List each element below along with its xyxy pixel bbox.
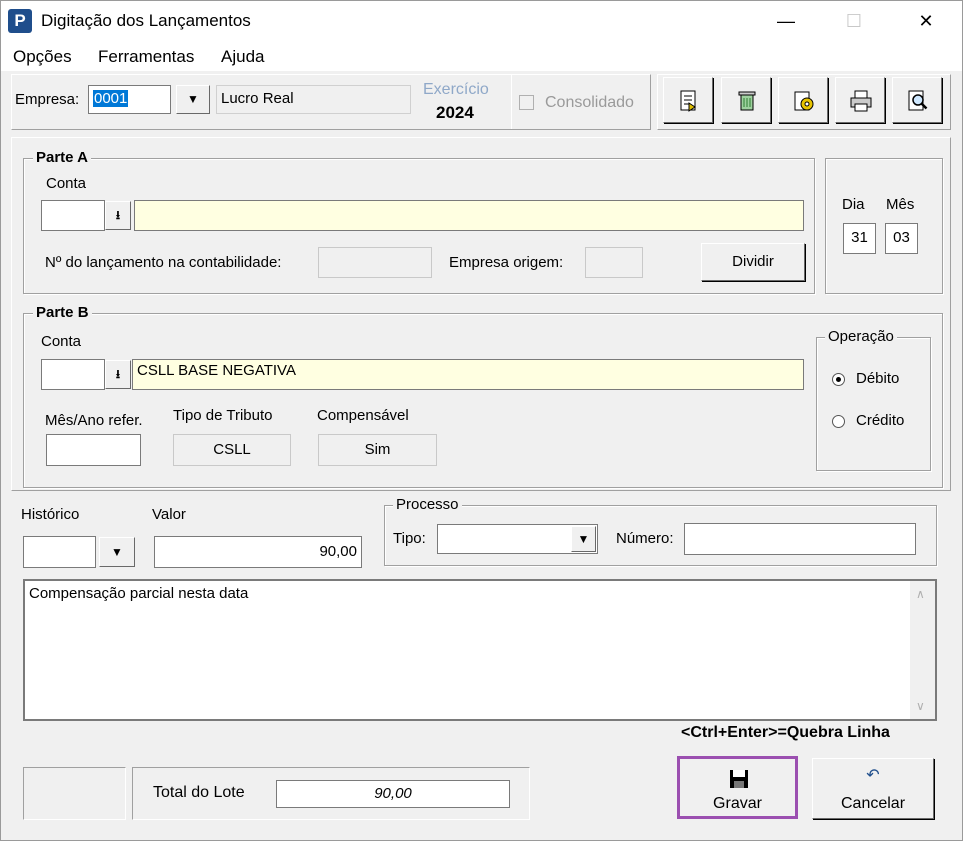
compensavel-label: Compensável [317, 407, 409, 424]
empresa-value: 0001 [93, 90, 129, 107]
status-panel-left [23, 767, 126, 820]
close-button[interactable]: ✕ [903, 1, 949, 41]
mes-ano-label: Mês/Ano refer. [45, 412, 143, 429]
valor-label: Valor [152, 506, 186, 523]
chevron-down-icon: ▼ [111, 545, 123, 559]
parte-b-conta-desc-input[interactable]: CSLL BASE NEGATIVA [132, 359, 804, 390]
credito-radio[interactable] [832, 415, 845, 428]
historico-memo[interactable]: Compensação parcial nesta data [23, 579, 937, 721]
parte-a-conta-desc-input[interactable] [134, 200, 804, 231]
dividir-button[interactable]: Dividir [701, 243, 805, 281]
import-button[interactable] [663, 77, 713, 123]
consolidado-label: Consolidado [545, 94, 634, 111]
window: P Digitação dos Lançamentos — ☐ ✕ Opções… [0, 0, 963, 841]
mes-input[interactable]: 03 [885, 223, 918, 254]
menu-ferramentas[interactable]: Ferramentas [98, 47, 194, 67]
minimize-button[interactable]: — [763, 1, 809, 41]
menu-opcoes[interactable]: Opções [13, 47, 72, 67]
parte-a-conta-label: Conta [46, 175, 87, 192]
cancelar-label: Cancelar [840, 795, 906, 812]
credito-label: Crédito [856, 412, 905, 429]
gear-document-icon [794, 91, 814, 111]
empresa-origem-field [585, 247, 643, 278]
arrow-down-bar-icon: ⭳ [115, 208, 121, 222]
menu-bar: Opções Ferramentas Ajuda [1, 41, 962, 71]
historico-label: Histórico [21, 506, 80, 523]
tipo-tributo-field: CSLL [173, 434, 291, 466]
menu-ajuda[interactable]: Ajuda [221, 47, 264, 67]
historico-input[interactable] [23, 536, 96, 568]
arrow-down-bar-icon: ⭳ [115, 367, 121, 381]
exercicio-value: 2024 [436, 103, 474, 122]
regime-field: Lucro Real [216, 85, 411, 114]
exercicio-label: Exercício [423, 81, 489, 98]
num-lancamento-label: Nº do lançamento na contabilidade: [45, 254, 282, 271]
scroll-up-icon[interactable]: ∧ [916, 587, 925, 601]
scroll-down-icon[interactable]: ∨ [916, 699, 925, 713]
parte-b-legend: Parte B [33, 304, 92, 321]
parte-b-conta-label: Conta [41, 333, 82, 350]
tipo-tributo-label: Tipo de Tributo [173, 407, 273, 424]
dia-label: Dia [842, 196, 865, 213]
parte-b-conta-lookup-button[interactable]: ⭳ [105, 360, 131, 389]
print-button[interactable] [835, 77, 885, 123]
numero-label: Número: [616, 530, 674, 547]
empresa-origem-label: Empresa origem: [449, 254, 564, 271]
numero-input[interactable] [684, 523, 916, 555]
header-divider [511, 75, 512, 129]
cancelar-button[interactable]: ↶ Cancelar [812, 758, 934, 819]
maximize-button[interactable]: ☐ [831, 1, 877, 41]
window-title: Digitação dos Lançamentos [41, 11, 251, 30]
delete-button[interactable] [721, 77, 771, 123]
mes-ano-input[interactable] [46, 434, 141, 466]
processo-legend: Processo [393, 496, 462, 513]
title-bar: P Digitação dos Lançamentos — ☐ ✕ [1, 1, 962, 41]
settings-button[interactable] [778, 77, 828, 123]
floppy-disk-icon [730, 770, 748, 788]
parte-b-conta-code-input[interactable] [41, 359, 105, 390]
printer-icon [850, 90, 872, 112]
gravar-label: Gravar [713, 795, 762, 812]
processo-tipo-dropdown-button[interactable]: ▼ [571, 526, 596, 552]
quebra-linha-hint: <Ctrl+Enter>=Quebra Linha [681, 724, 890, 741]
undo-arrow-icon: ↶ [866, 767, 880, 784]
operacao-group [816, 337, 931, 471]
parte-b-group [23, 313, 943, 488]
compensavel-field: Sim [318, 434, 437, 466]
recycle-bin-icon [738, 91, 756, 111]
parte-a-legend: Parte A [33, 149, 91, 166]
operacao-legend: Operação [825, 328, 897, 345]
mes-label: Mês [886, 196, 915, 213]
gravar-button[interactable]: Gravar [677, 756, 798, 819]
chevron-down-icon: ▼ [187, 92, 199, 106]
total-lote-label: Total do Lote [153, 784, 245, 801]
num-lancamento-field [318, 247, 432, 278]
memo-scrollbar[interactable]: ∧ ∨ [910, 581, 935, 719]
processo-tipo-label: Tipo: [393, 530, 426, 547]
dia-input[interactable]: 31 [843, 223, 876, 254]
total-lote-field: 90,00 [276, 780, 510, 808]
parte-a-conta-lookup-button[interactable]: ⭳ [105, 201, 131, 230]
empresa-label: Empresa: [15, 91, 80, 108]
chevron-down-icon: ▼ [577, 532, 590, 546]
app-logo-icon: P [8, 9, 32, 33]
preview-button[interactable] [892, 77, 942, 123]
valor-input[interactable]: 90,00 [154, 536, 362, 568]
debito-radio[interactable] [832, 373, 845, 386]
document-import-icon [680, 90, 696, 112]
magnifier-document-icon [908, 90, 928, 111]
empresa-input[interactable]: 0001 [88, 85, 171, 114]
empresa-dropdown-button[interactable]: ▼ [176, 85, 210, 114]
parte-a-conta-code-input[interactable] [41, 200, 105, 231]
historico-dropdown-button[interactable]: ▼ [99, 537, 135, 567]
consolidado-checkbox[interactable] [519, 95, 534, 110]
memo-text: Compensação parcial nesta data [29, 585, 249, 602]
debito-label: Débito [856, 370, 900, 387]
